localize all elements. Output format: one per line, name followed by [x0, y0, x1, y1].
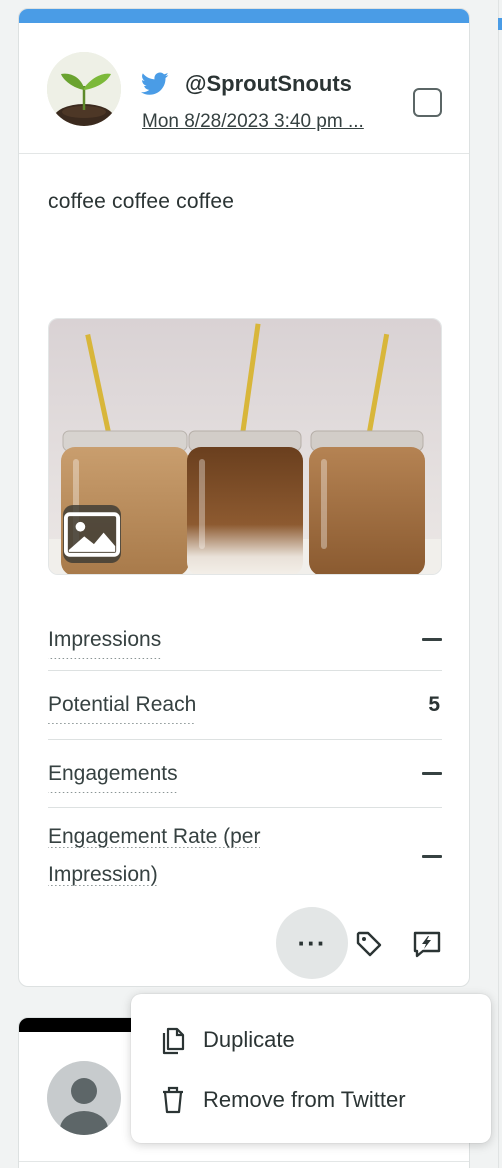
metrics-list: Impressions Potential Reach 5 Engagement… [48, 609, 442, 904]
reply-bolt-icon[interactable] [411, 928, 443, 960]
post-card: @SproutSnouts Mon 8/28/2023 3:40 pm ... … [18, 8, 470, 987]
metric-label[interactable]: Engagement Rate (per Impression) [48, 825, 261, 886]
menu-item-duplicate[interactable]: Duplicate [131, 1013, 491, 1067]
metric-value: 5 [428, 693, 440, 716]
post-timestamp-link[interactable]: Mon 8/28/2023 3:40 pm ... [142, 111, 364, 133]
post-header: @SproutSnouts Mon 8/28/2023 3:40 pm ... [19, 23, 469, 154]
menu-item-label: Duplicate [203, 1027, 295, 1052]
twitter-bird-icon [141, 72, 169, 95]
adjacent-column-topbar [498, 18, 502, 30]
trash-icon [163, 1086, 183, 1114]
more-actions-menu: Duplicate Remove from Twitter [131, 994, 491, 1143]
post-text: coffee coffee coffee [48, 190, 235, 213]
metric-impressions: Impressions [48, 609, 442, 671]
image-icon [63, 505, 121, 563]
metric-label-wrap: Engagement Rate (per Impression) [48, 818, 318, 894]
account-handle: @SproutSnouts [185, 71, 352, 96]
card-network-bar [19, 9, 469, 23]
metric-empty-dash [422, 854, 442, 858]
metric-label[interactable]: Engagements [48, 754, 178, 793]
metric-empty-dash [422, 772, 442, 775]
more-actions-button[interactable]: ··· [276, 907, 348, 979]
metric-engagement-rate: Engagement Rate (per Impression) [48, 808, 442, 904]
metric-label[interactable]: Impressions [48, 620, 162, 659]
metric-empty-dash [422, 638, 442, 641]
profile-avatar[interactable] [47, 52, 121, 126]
header-divider [19, 1161, 469, 1162]
adjacent-column-edge [498, 0, 502, 1168]
default-avatar[interactable] [47, 1061, 121, 1135]
metric-potential-reach: Potential Reach 5 [48, 671, 442, 740]
menu-item-label: Remove from Twitter [203, 1087, 406, 1112]
metric-engagements: Engagements [48, 740, 442, 808]
post-actions: ··· [19, 907, 469, 979]
post-image[interactable] [48, 318, 442, 575]
tag-icon[interactable] [353, 928, 385, 960]
metric-label[interactable]: Potential Reach [48, 686, 197, 724]
menu-item-remove-from-twitter[interactable]: Remove from Twitter [131, 1073, 491, 1127]
select-post-checkbox[interactable] [413, 88, 442, 117]
duplicate-icon [162, 1027, 185, 1055]
